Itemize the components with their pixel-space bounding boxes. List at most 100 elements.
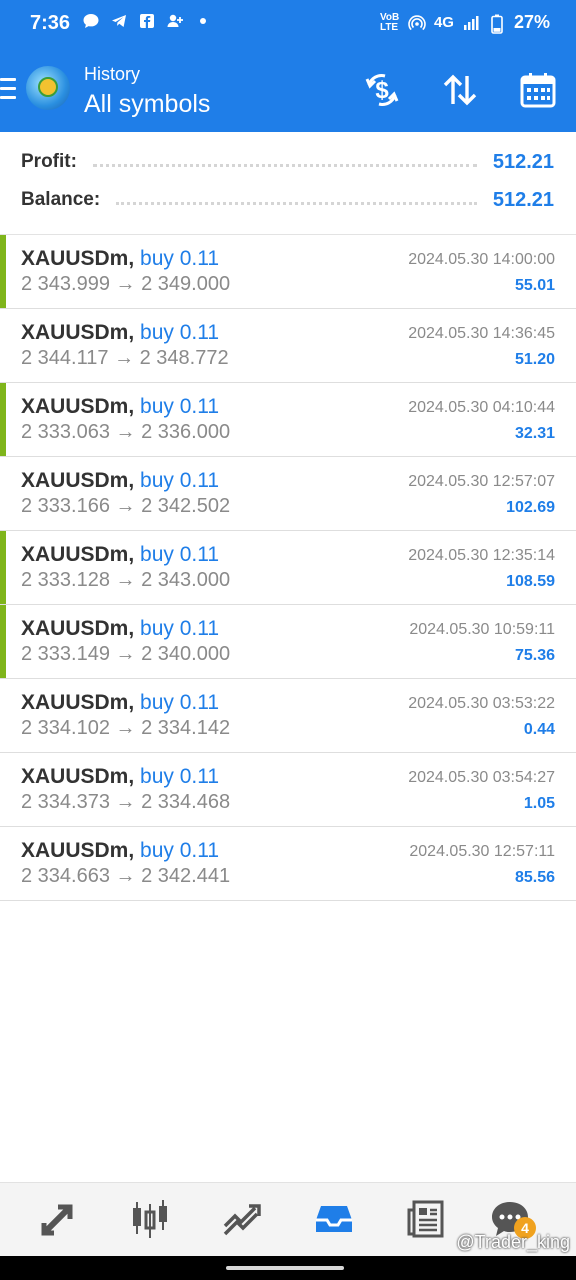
open-price: 2 333.063 [21, 421, 110, 443]
trade-symbol: XAUUSDm, buy 0.11 [21, 617, 219, 641]
trade-prices: 2 334.373 → 2 334.468 [21, 791, 230, 814]
trade-direction: buy 0.11 [140, 247, 220, 270]
page-title[interactable]: All symbols [84, 90, 210, 119]
trade-profit: 75.36 [514, 647, 555, 664]
trade-row[interactable]: XAUUSDm, buy 0.11 2 334.663 → 2 342.441 20… [0, 827, 576, 901]
symbol-name: XAUUSDm, [21, 691, 135, 714]
arrow-icon: → [115, 865, 136, 887]
status-bar: 7:36 VoB LTE 4G 27% [0, 0, 576, 48]
position-marker [0, 605, 6, 678]
trade-direction: buy 0.11 [140, 765, 220, 788]
arrow-icon: → [114, 347, 135, 369]
trade-direction: buy 0.11 [140, 691, 220, 714]
sort-icon[interactable] [440, 70, 480, 110]
trade-row[interactable]: XAUUSDm, buy 0.11 2 333.128 → 2 343.000 20… [0, 531, 576, 605]
trade-direction: buy 0.11 [140, 469, 220, 492]
close-price: 2 343.000 [141, 569, 231, 591]
balance-label: Balance: [21, 189, 101, 210]
trade-prices: 2 333.128 → 2 343.000 [21, 569, 230, 592]
trade-prices: 2 343.999 → 2 349.000 [21, 273, 230, 296]
open-price: 2 333.149 [21, 643, 110, 665]
telegram-icon [110, 12, 128, 30]
app-logo [26, 66, 70, 110]
battery-level: 27% [513, 12, 550, 32]
signal-icon [462, 14, 480, 32]
trade-symbol: XAUUSDm, buy 0.11 [21, 469, 219, 493]
trade-row[interactable]: XAUUSDm, buy 0.11 2 333.166 → 2 342.502 20… [0, 457, 576, 531]
currency-exchange-icon[interactable]: $ [362, 70, 402, 110]
trade-datetime: 2024.05.30 12:35:14 [408, 547, 555, 564]
balance-value: 512.21 [492, 188, 554, 211]
trade-datetime: 2024.05.30 10:59:11 [409, 621, 555, 638]
trade-direction: buy 0.11 [140, 395, 220, 418]
trade-row[interactable]: XAUUSDm, buy 0.11 2 333.063 → 2 336.000 20… [0, 383, 576, 457]
trade-profit: 85.56 [514, 869, 555, 886]
trade-prices: 2 334.102 → 2 334.142 [21, 717, 230, 740]
trade-prices: 2 334.663 → 2 342.441 [21, 865, 230, 888]
close-price: 2 349.000 [141, 273, 231, 295]
open-price: 2 344.117 [21, 347, 109, 369]
home-gesture-bar[interactable] [226, 1266, 344, 1270]
trade-symbol: XAUUSDm, buy 0.11 [21, 839, 219, 863]
trade-profit: 55.01 [514, 277, 555, 294]
page-subtitle: History [84, 64, 141, 84]
trend-icon[interactable] [220, 1197, 264, 1241]
trade-row[interactable]: XAUUSDm, buy 0.11 2 343.999 → 2 349.000 20… [0, 235, 576, 309]
arrow-icon: → [115, 273, 136, 295]
trade-row[interactable]: XAUUSDm, buy 0.11 2 333.149 → 2 340.000 20… [0, 605, 576, 679]
trade-list: XAUUSDm, buy 0.11 2 343.999 → 2 349.000 20… [0, 235, 576, 901]
watermark: @Trader_king [456, 1232, 570, 1252]
notification-icons [82, 12, 212, 30]
trade-profit: 32.31 [514, 425, 555, 442]
close-price: 2 334.142 [141, 717, 231, 739]
app-bar: History All symbols $ [0, 48, 576, 132]
trade-profit: 1.05 [523, 795, 555, 812]
open-price: 2 343.999 [21, 273, 110, 295]
trade-icon[interactable] [36, 1197, 80, 1241]
open-price: 2 334.373 [21, 791, 110, 813]
trade-symbol: XAUUSDm, buy 0.11 [21, 247, 219, 271]
news-icon[interactable] [404, 1197, 448, 1241]
trade-symbol: XAUUSDm, buy 0.11 [21, 543, 219, 567]
trade-datetime: 2024.05.30 14:36:45 [408, 325, 555, 342]
summary-panel: Profit: 512.21 Balance: 512.21 [0, 132, 576, 235]
trade-row[interactable]: XAUUSDm, buy 0.11 2 334.102 → 2 334.142 20… [0, 679, 576, 753]
arrow-icon: → [115, 791, 136, 813]
trade-profit: 51.20 [514, 351, 555, 368]
trade-prices: 2 333.063 → 2 336.000 [21, 421, 230, 444]
position-marker [0, 531, 6, 604]
trade-direction: buy 0.11 [140, 839, 220, 862]
trade-symbol: XAUUSDm, buy 0.11 [21, 691, 219, 715]
trade-profit: 108.59 [506, 573, 555, 590]
menu-icon[interactable] [0, 78, 16, 100]
battery-icon [488, 14, 506, 34]
chart-icon[interactable] [128, 1197, 172, 1241]
calendar-icon[interactable] [518, 70, 558, 110]
symbol-name: XAUUSDm, [21, 247, 135, 270]
trade-symbol: XAUUSDm, buy 0.11 [21, 765, 219, 789]
symbol-name: XAUUSDm, [21, 765, 135, 788]
history-icon[interactable] [312, 1197, 356, 1241]
trade-datetime: 2024.05.30 04:10:44 [408, 399, 555, 416]
trade-row[interactable]: XAUUSDm, buy 0.11 2 334.373 → 2 334.468 20… [0, 753, 576, 827]
chat-icon [82, 12, 100, 30]
facebook-icon [138, 12, 156, 30]
trade-row[interactable]: XAUUSDm, buy 0.11 2 344.117 → 2 348.772 20… [0, 309, 576, 383]
close-price: 2 334.468 [141, 791, 231, 813]
trade-symbol: XAUUSDm, buy 0.11 [21, 321, 219, 345]
system-nav-bar [0, 1256, 576, 1280]
symbol-name: XAUUSDm, [21, 617, 135, 640]
trade-datetime: 2024.05.30 12:57:11 [409, 843, 555, 860]
trade-profit: 0.44 [523, 721, 555, 738]
profit-row: Profit: 512.21 [21, 146, 554, 178]
position-marker [0, 383, 6, 456]
volte-icon: VoB LTE [379, 11, 400, 33]
status-time: 7:36 [30, 12, 71, 34]
trade-profit: 102.69 [506, 499, 555, 516]
notification-dot-icon [194, 12, 212, 30]
network-type: 4G [433, 14, 454, 31]
profit-value: 512.21 [492, 150, 554, 173]
trade-symbol: XAUUSDm, buy 0.11 [21, 395, 219, 419]
trade-prices: 2 344.117 → 2 348.772 [21, 347, 229, 370]
trade-datetime: 2024.05.30 03:53:22 [408, 695, 555, 712]
